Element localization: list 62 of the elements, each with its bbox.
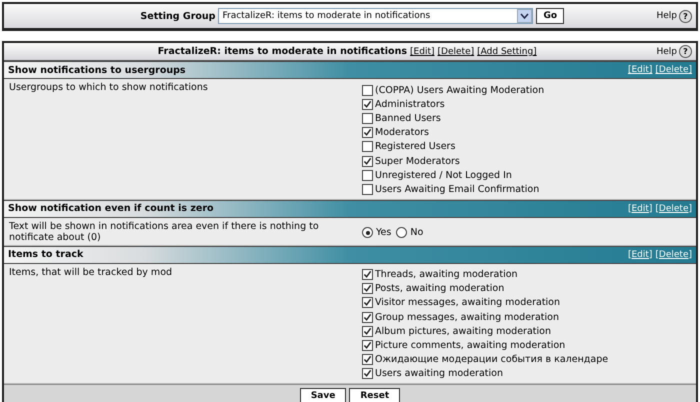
setting-description: Items, that will be tracked by mod (9, 266, 174, 280)
edit-link[interactable]: [Edit] (410, 47, 434, 57)
delete-link[interactable]: [Delete] (655, 204, 692, 214)
dropdown-caret-icon (517, 9, 532, 23)
help-link[interactable]: Help (656, 46, 677, 56)
checkbox-label: Users awaiting moderation (375, 368, 503, 380)
checkbox[interactable] (362, 84, 373, 96)
help-link[interactable]: Help (656, 11, 677, 21)
help-icon[interactable]: ? (679, 45, 692, 58)
radio-button[interactable] (362, 227, 373, 238)
checkbox-label: Picture comments, awaiting moderation (375, 340, 566, 352)
checkbox[interactable] (362, 312, 373, 323)
checkbox-label: Moderators (375, 127, 430, 138)
delete-link[interactable]: [Delete] (438, 47, 474, 57)
edit-link[interactable]: [Edit] (628, 204, 652, 214)
reset-button[interactable]: Reset (349, 388, 400, 402)
checkbox[interactable] (362, 283, 373, 294)
add-setting-link[interactable]: [Add Setting] (477, 47, 537, 57)
checkbox-label: (COPPA) Users Awaiting Moderation (375, 84, 544, 96)
checkbox[interactable] (362, 269, 373, 280)
radio-label: No (410, 227, 424, 238)
checkbox-label: Banned Users (375, 112, 441, 124)
help-icon[interactable]: ? (679, 10, 692, 22)
section-title: Items to track (8, 249, 84, 260)
checkbox[interactable] (362, 340, 373, 352)
save-button[interactable]: Save (300, 388, 346, 402)
setting-group-select[interactable]: FractalizeR: items to moderate in notifications (218, 8, 534, 24)
checkbox-label: Registered Users (375, 141, 456, 152)
section-title: Show notifications to usergroups (8, 64, 187, 76)
checkbox-label: Group messages, awaiting moderation (375, 312, 559, 323)
edit-link[interactable]: [Edit] (628, 250, 652, 260)
delete-link[interactable]: [Delete] (655, 250, 692, 260)
checkbox-label: Visitor messages, awaiting moderation (375, 297, 560, 308)
checkbox[interactable] (362, 184, 373, 195)
radio-label: Yes (376, 227, 392, 238)
checkbox-label: Administrators (375, 98, 445, 110)
checkbox[interactable] (362, 354, 373, 366)
section-title: Show notification even if count is zero (8, 203, 215, 214)
checkbox[interactable] (362, 368, 373, 380)
checkbox[interactable] (362, 141, 373, 152)
checkbox[interactable] (362, 297, 373, 308)
checkbox[interactable] (362, 156, 373, 167)
checkbox[interactable] (362, 127, 373, 138)
checkbox-label: Ожидающие модерации события в календаре (375, 354, 608, 366)
checkbox-label: Users Awaiting Email Confirmation (375, 184, 540, 195)
checkbox[interactable] (362, 112, 373, 124)
checkbox-label: Threads, awaiting moderation (375, 269, 518, 280)
edit-link[interactable]: [Edit] (628, 65, 652, 75)
checkbox-label: Album pictures, awaiting moderation (375, 326, 551, 337)
radio-button[interactable] (396, 227, 408, 238)
setting-group-label: Setting Group (140, 10, 216, 22)
checkbox-label: Posts, awaiting moderation (375, 283, 504, 294)
setting-description: Usergroups to which to show notifications (9, 82, 209, 95)
checkbox-label: Unregistered / Not Logged In (375, 170, 512, 181)
checkbox[interactable] (362, 170, 373, 181)
panel-title: FractalizeR: items to moderate in notifications (158, 46, 408, 57)
checkbox[interactable] (362, 326, 373, 337)
setting-description: Text will be shown in notifications area even if there is nothing to notificate about (0) (9, 220, 320, 242)
go-button[interactable]: Go (536, 8, 564, 24)
checkbox-label: Super Moderators (375, 156, 460, 167)
delete-link[interactable]: [Delete] (655, 65, 692, 75)
checkbox[interactable] (362, 98, 373, 110)
